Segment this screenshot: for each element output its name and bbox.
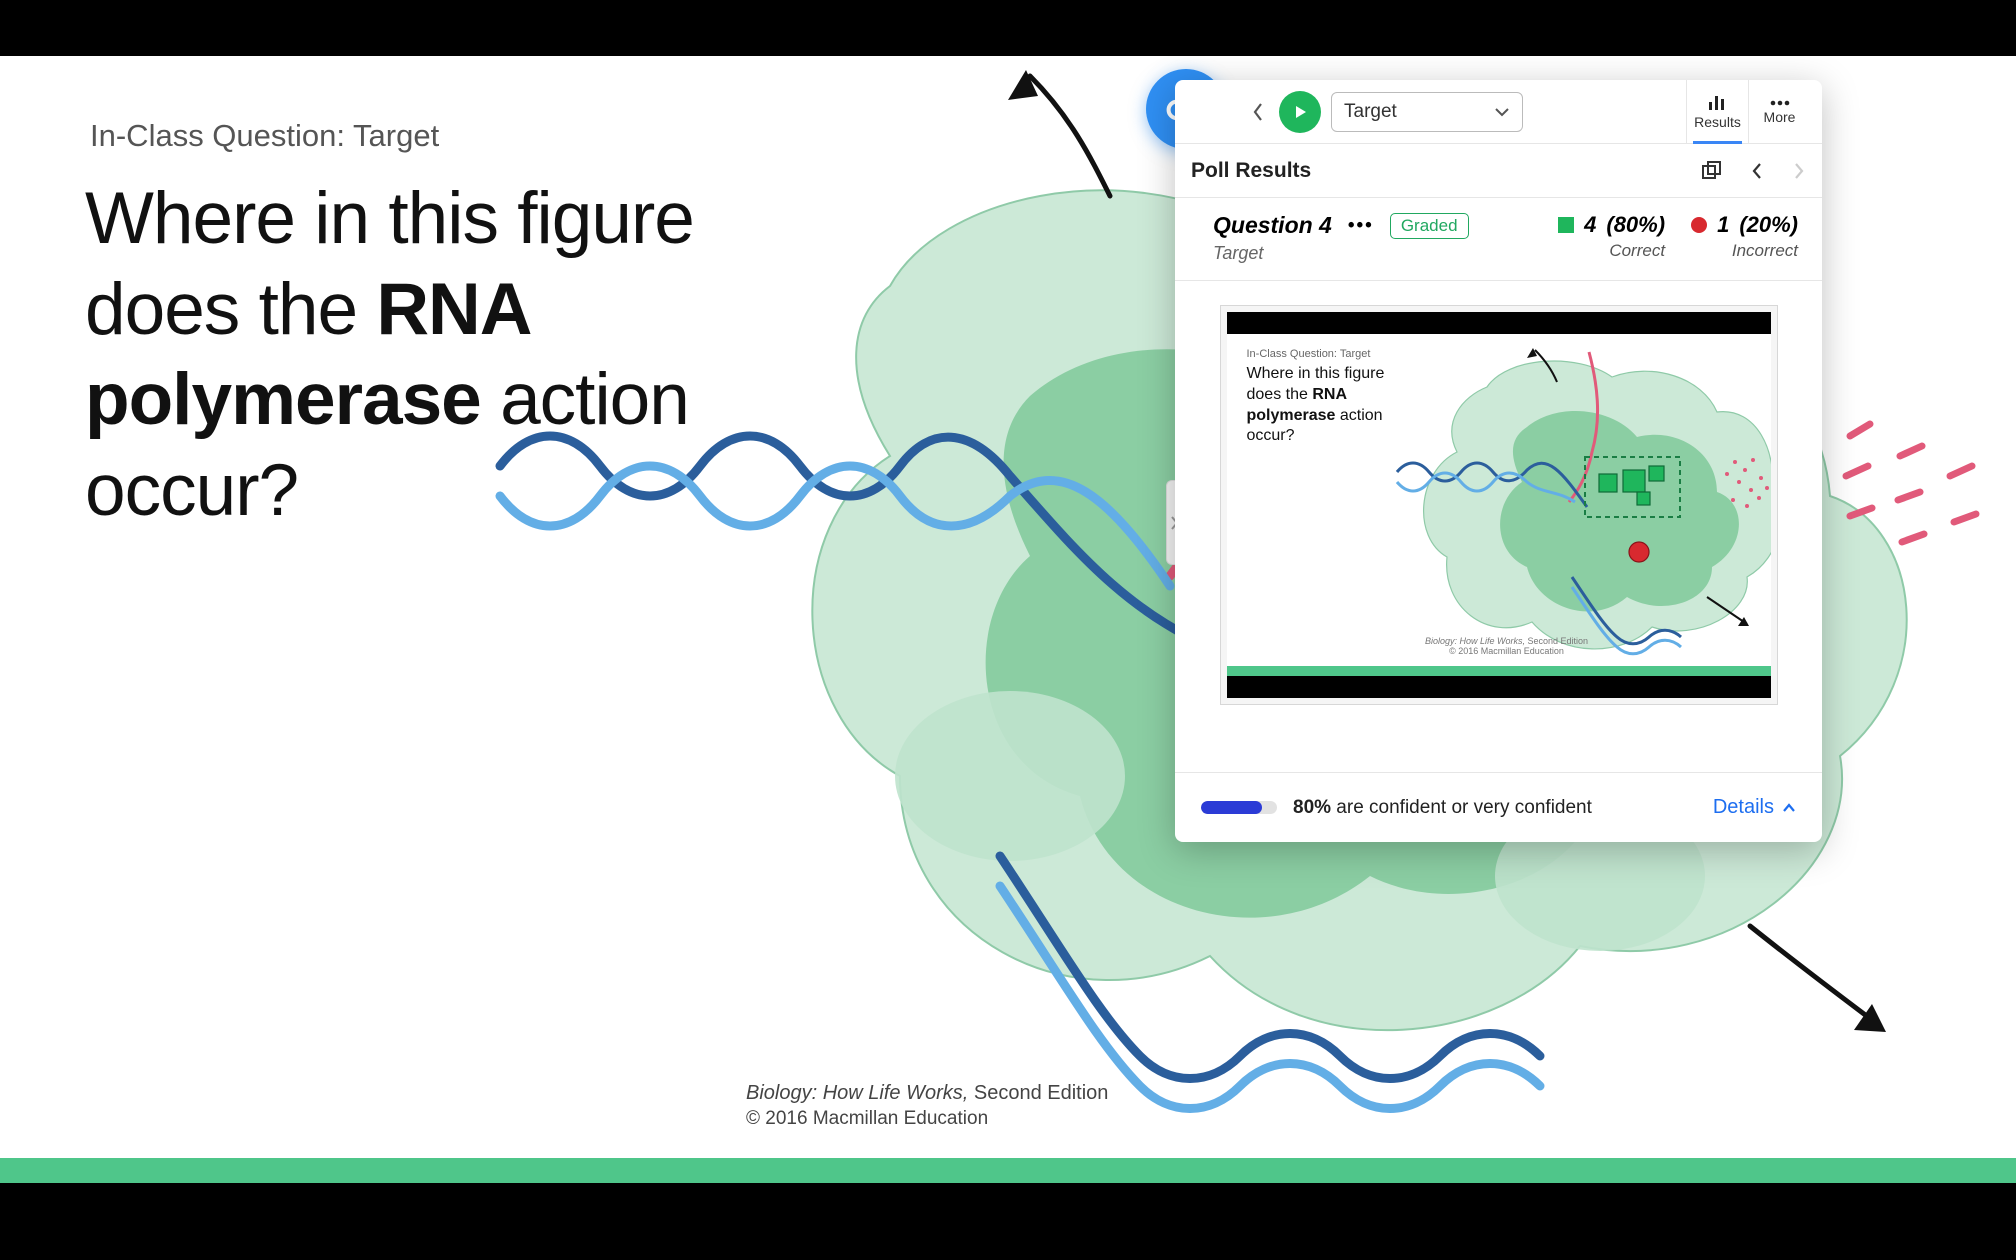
question-summary: Question 4 ••• Graded Target 4 (80%) Cor… (1175, 198, 1822, 281)
panel-toolbar: Target Results More (1175, 80, 1822, 144)
confidence-rest: are confident or very confident (1331, 797, 1592, 818)
details-label: Details (1713, 796, 1774, 819)
next-question-button[interactable] (1792, 160, 1806, 182)
slide-thumbnail[interactable]: In-Class Question: Target Where in this … (1220, 305, 1778, 705)
incorrect-marker (1629, 542, 1649, 562)
select-value: Target (1344, 101, 1397, 123)
back-button[interactable] (1247, 92, 1269, 132)
question-menu-button[interactable]: ••• (1348, 215, 1374, 237)
thumb-black-bar-bottom (1227, 676, 1771, 698)
thumb-label: In-Class Question: Target (1247, 348, 1371, 360)
graded-badge: Graded (1390, 213, 1469, 239)
chevron-up-icon (1782, 803, 1796, 813)
confidence-text: 80% are confident or very confident (1293, 797, 1592, 819)
credit-title: Biology: How Life Works, (746, 1082, 968, 1104)
incorrect-stat: 1 (20%) Incorrect (1691, 212, 1798, 261)
play-icon (1291, 103, 1309, 121)
confidence-bar (1201, 801, 1277, 814)
more-tab[interactable]: More (1748, 80, 1810, 144)
more-tab-label: More (1764, 109, 1796, 125)
results-tab[interactable]: Results (1686, 80, 1748, 144)
incorrect-label: Incorrect (1732, 241, 1798, 261)
correct-stat: 4 (80%) Correct (1558, 212, 1665, 261)
thumb-figure (1377, 342, 1771, 662)
incorrect-pct: (20%) (1739, 212, 1798, 238)
thumb-black-bar-top (1227, 312, 1771, 334)
confidence-pct: 80% (1293, 797, 1331, 818)
correct-label: Correct (1609, 241, 1665, 261)
slide-label: In-Class Question: Target (90, 118, 439, 154)
copyright-line: © 2016 Macmillan Education (746, 1108, 988, 1130)
play-button[interactable] (1279, 91, 1321, 133)
thumb-credit: Biology: How Life Works, Second Edition … (1407, 636, 1607, 656)
thumb-accent-bar (1227, 666, 1771, 676)
incorrect-swatch (1691, 217, 1707, 233)
chevron-down-icon (1494, 107, 1510, 117)
question-subtitle: Target (1213, 243, 1469, 264)
confidence-bar-fill (1201, 801, 1262, 814)
correct-swatch (1558, 217, 1574, 233)
preview-area: In-Class Question: Target Where in this … (1175, 281, 1822, 772)
poll-header: Poll Results (1175, 144, 1822, 198)
more-icon (1769, 99, 1791, 107)
slide-question: Where in this figure does the RNA polyme… (85, 174, 705, 536)
popout-icon[interactable] (1700, 160, 1722, 182)
correct-count: 4 (1584, 212, 1596, 238)
question-type-select[interactable]: Target (1331, 92, 1523, 132)
incorrect-count: 1 (1717, 212, 1729, 238)
poll-results-title: Poll Results (1191, 159, 1311, 183)
poll-results-panel: Target Results More Poll Re (1175, 80, 1822, 842)
details-button[interactable]: Details (1713, 796, 1796, 819)
bar-chart-icon (1707, 94, 1729, 112)
credit-line: Biology: How Life Works, Second Edition (746, 1082, 1108, 1105)
prev-question-button[interactable] (1750, 160, 1764, 182)
stats: 4 (80%) Correct 1 (20%) Incorrect (1558, 212, 1798, 261)
accent-bar (0, 1158, 2016, 1183)
results-tab-label: Results (1694, 114, 1741, 130)
correct-pct: (80%) (1606, 212, 1665, 238)
question-title: Question 4 (1213, 212, 1332, 239)
credit-edition: Second Edition (968, 1082, 1108, 1104)
confidence-footer: 80% are confident or very confident Deta… (1175, 772, 1822, 842)
chevron-left-icon (1252, 102, 1264, 122)
